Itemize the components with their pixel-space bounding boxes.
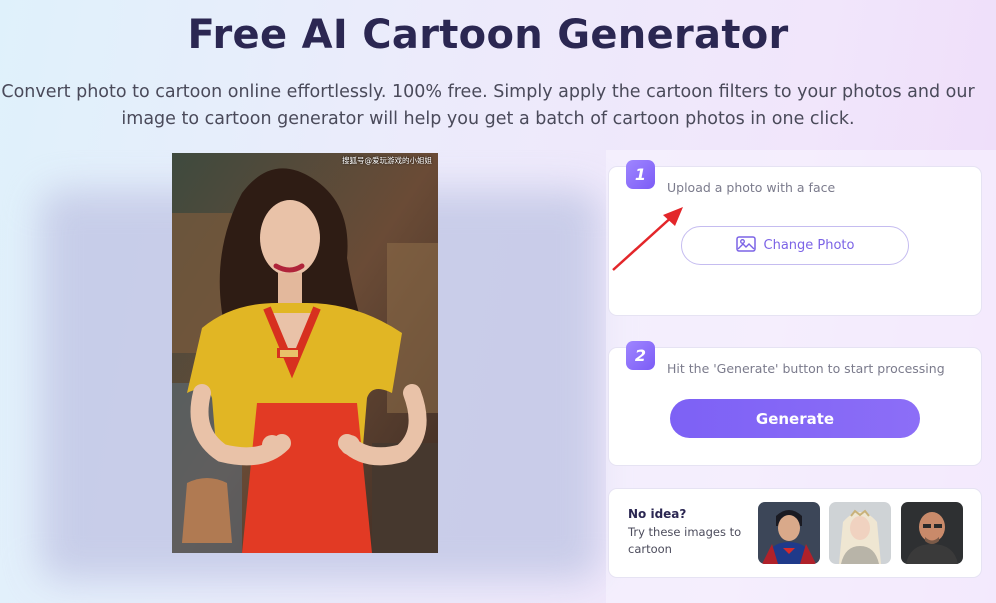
no-idea-text: Try these images to cartoon [628,525,742,556]
page-subtitle: Convert photo to cartoon online effortle… [0,79,976,133]
change-photo-button[interactable]: Change Photo [681,226,909,265]
uploaded-photo-preview: 搜狐号@爱玩游戏的小姐姐 [172,153,438,553]
step-1-badge: 1 [626,160,655,189]
subtitle-line-1: Convert photo to cartoon online effortle… [1,82,975,102]
sample-thumbnail-bald-man[interactable] [901,502,963,564]
photo-watermark: 搜狐号@爱玩游戏的小姐姐 [342,156,432,165]
annotation-arrow-icon [612,207,683,271]
change-photo-label: Change Photo [763,238,855,253]
page-title: Free AI Cartoon Generator [187,12,789,58]
step-1-instruction: Upload a photo with a face [667,180,836,195]
subtitle-line-2: image to cartoon generator will help you… [121,109,855,129]
image-icon [735,235,756,256]
no-idea-heading: No idea? [628,507,687,521]
step-2-badge: 2 [626,341,655,370]
sample-thumbnail-princess[interactable] [829,502,891,564]
step-2-instruction: Hit the 'Generate' button to start proce… [667,361,945,376]
generate-button[interactable]: Generate [670,399,920,438]
sample-thumbnail-superhero[interactable] [758,502,820,564]
photo-illustration [172,153,438,553]
